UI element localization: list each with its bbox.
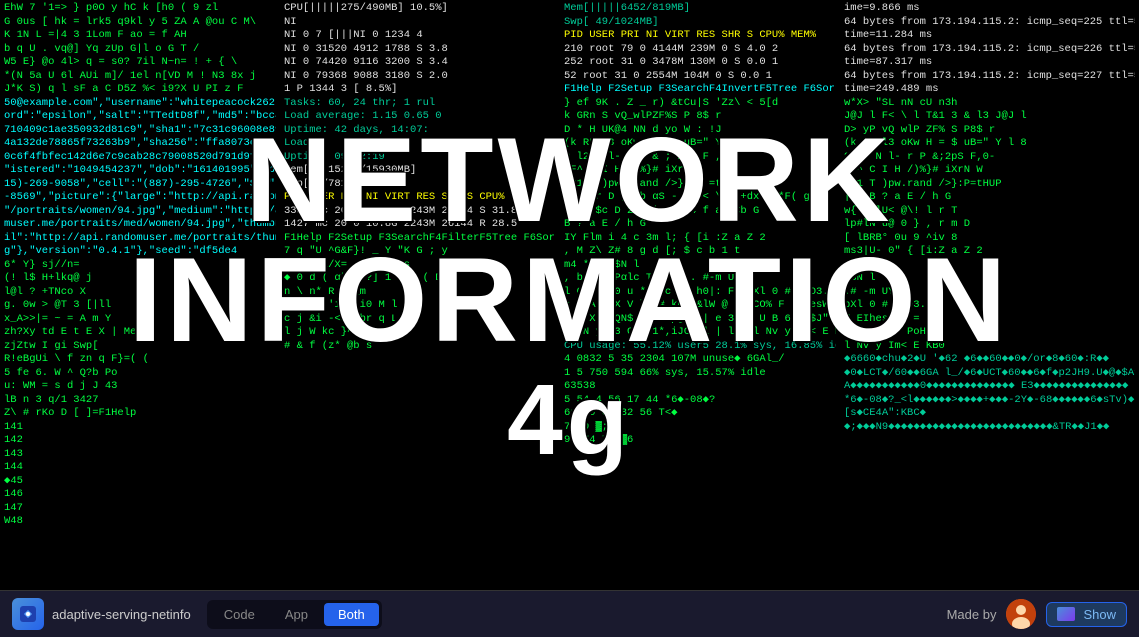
show-button[interactable]: Show — [1046, 602, 1127, 627]
tab-both[interactable]: Both — [324, 603, 379, 626]
terminal-col-1: EhW 7 '1=> } p0O y hC k [h0 ( 9 zl G 0us… — [0, 0, 280, 590]
avatar[interactable] — [1006, 599, 1036, 629]
tab-group: Code App Both — [207, 600, 382, 629]
tab-code[interactable]: Code — [210, 603, 269, 626]
taskbar: adaptive-serving-netinfo Code App Both M… — [0, 590, 1139, 637]
show-icon — [1057, 607, 1075, 621]
app-name: adaptive-serving-netinfo — [52, 607, 191, 622]
terminal-col-3: Mem[|||||6452/819MB] Swp[ 49/1024MB] PID… — [560, 0, 840, 590]
made-by-label: Made by — [947, 607, 997, 622]
taskbar-left: adaptive-serving-netinfo Code App Both — [12, 598, 947, 630]
taskbar-right: Made by Show — [947, 599, 1127, 629]
terminal-col-2: CPU[|||||275/490MB] 10.5%] NI NI 0 7 [||… — [280, 0, 560, 590]
tab-app[interactable]: App — [271, 603, 322, 626]
app-icon[interactable] — [12, 598, 44, 630]
terminal-background: EhW 7 '1=> } p0O y hC k [h0 ( 9 zl G 0us… — [0, 0, 1139, 637]
terminal-col-4: ime=9.866 ms 64 bytes from 173.194.115.2… — [840, 0, 1139, 590]
show-label: Show — [1083, 607, 1116, 622]
